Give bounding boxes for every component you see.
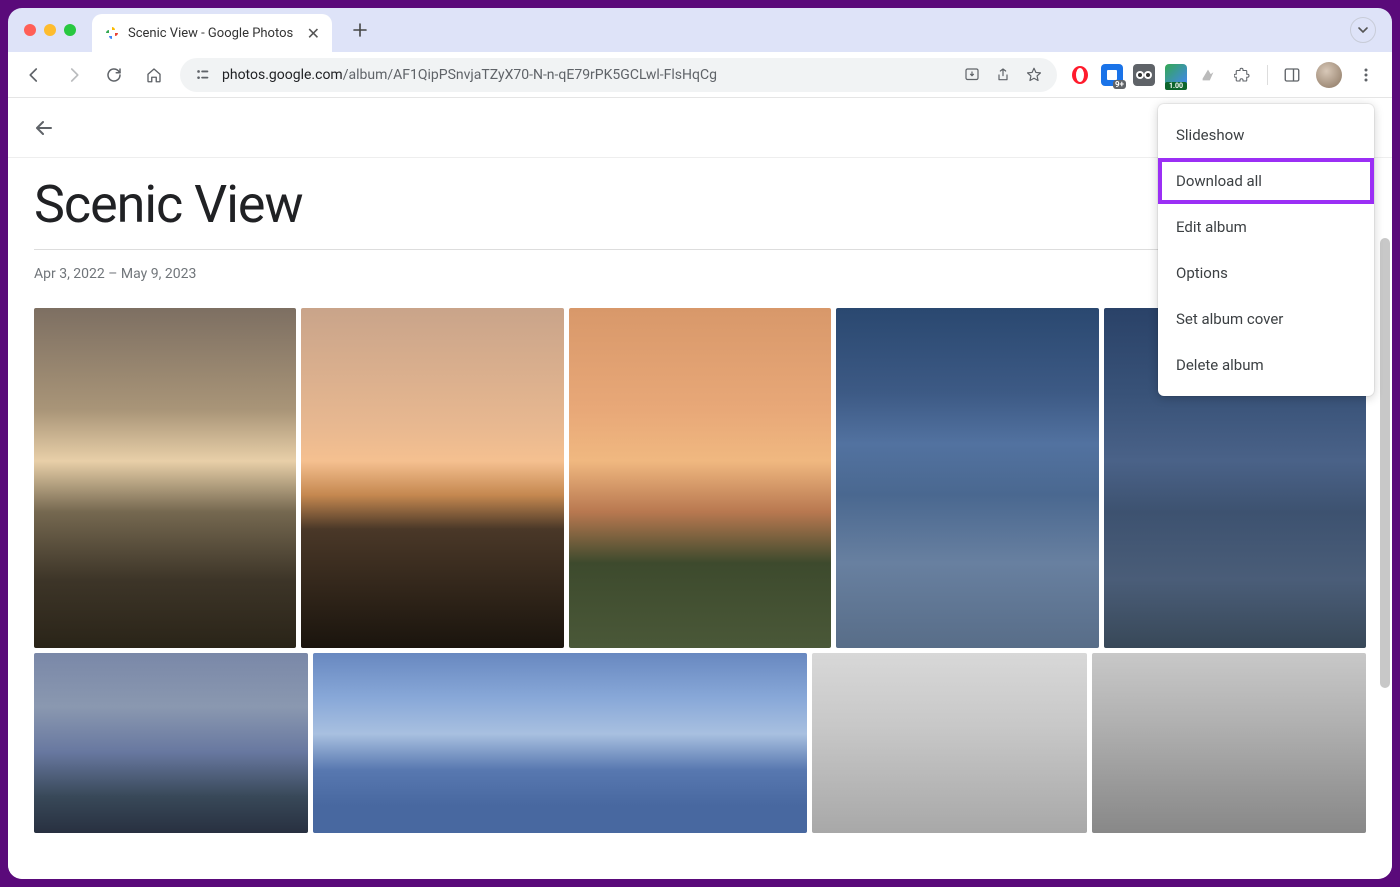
extensions-area: 9+ 1.00 bbox=[1069, 61, 1380, 89]
google-photos-favicon-icon bbox=[104, 25, 120, 41]
extension-badge: 9+ bbox=[1113, 80, 1126, 89]
album-options-menu: SlideshowDownload allEdit albumOptionsSe… bbox=[1158, 104, 1374, 396]
window-controls bbox=[24, 24, 76, 36]
tab-title: Scenic View - Google Photos bbox=[128, 26, 293, 41]
page-scrollbar[interactable] bbox=[1380, 238, 1390, 688]
url-path: /album/AF1QipPSnvjaTZyX70-N-n-qE79rPK5GC… bbox=[343, 67, 717, 83]
close-tab-icon[interactable]: ✕ bbox=[307, 24, 320, 43]
extension-opera-icon[interactable] bbox=[1069, 64, 1091, 86]
close-window-button[interactable] bbox=[24, 24, 36, 36]
bookmark-star-icon[interactable] bbox=[1025, 66, 1043, 84]
extension-badge-green: 1.00 bbox=[1165, 82, 1187, 90]
tab-overflow-button[interactable] bbox=[1350, 17, 1376, 43]
reload-button[interactable] bbox=[100, 61, 128, 89]
browser-tab[interactable]: Scenic View - Google Photos ✕ bbox=[92, 14, 332, 52]
photo-thumbnail[interactable] bbox=[301, 308, 563, 648]
menu-item-slideshow[interactable]: Slideshow bbox=[1158, 112, 1374, 158]
menu-item-edit-album[interactable]: Edit album bbox=[1158, 204, 1374, 250]
extension-devtools-icon[interactable]: 9+ bbox=[1101, 64, 1123, 86]
browser-window: Scenic View - Google Photos ✕ bbox=[8, 8, 1392, 879]
menu-item-set-album-cover[interactable]: Set album cover bbox=[1158, 296, 1374, 342]
photo-thumbnail[interactable] bbox=[313, 653, 807, 833]
home-button[interactable] bbox=[140, 61, 168, 89]
extension-eyes-icon[interactable] bbox=[1133, 64, 1155, 86]
photo-row bbox=[34, 653, 1366, 833]
address-bar[interactable]: photos.google.com/album/AF1QipPSnvjaTZyX… bbox=[180, 58, 1057, 92]
browser-toolbar: photos.google.com/album/AF1QipPSnvjaTZyX… bbox=[8, 52, 1392, 98]
extensions-puzzle-icon[interactable] bbox=[1229, 61, 1257, 89]
menu-item-options[interactable]: Options bbox=[1158, 250, 1374, 296]
photo-thumbnail[interactable] bbox=[836, 308, 1098, 648]
chrome-menu-icon[interactable] bbox=[1352, 61, 1380, 89]
url-text: photos.google.com/album/AF1QipPSnvjaTZyX… bbox=[222, 67, 717, 83]
page-content: Scenic View Apr 3, 2022 – May 9, 2023 bbox=[8, 98, 1392, 879]
urlbar-actions bbox=[963, 66, 1043, 84]
photo-thumbnail[interactable] bbox=[812, 653, 1086, 833]
tab-strip: Scenic View - Google Photos ✕ bbox=[92, 8, 1376, 52]
install-app-icon[interactable] bbox=[963, 66, 981, 84]
forward-button[interactable] bbox=[60, 61, 88, 89]
new-tab-button[interactable] bbox=[346, 16, 374, 44]
share-icon[interactable] bbox=[995, 66, 1011, 84]
extension-clear-icon[interactable] bbox=[1197, 64, 1219, 86]
menu-item-delete-album[interactable]: Delete album bbox=[1158, 342, 1374, 388]
profile-avatar[interactable] bbox=[1316, 62, 1342, 88]
photo-thumbnail[interactable] bbox=[34, 653, 308, 833]
minimize-window-button[interactable] bbox=[44, 24, 56, 36]
photo-thumbnail[interactable] bbox=[569, 308, 831, 648]
back-button[interactable] bbox=[20, 61, 48, 89]
side-panel-icon[interactable] bbox=[1278, 61, 1306, 89]
url-host: photos.google.com bbox=[222, 67, 343, 83]
toolbar-divider bbox=[1267, 65, 1268, 85]
titlebar: Scenic View - Google Photos ✕ bbox=[8, 8, 1392, 52]
menu-item-download-all[interactable]: Download all bbox=[1158, 158, 1374, 204]
photo-thumbnail[interactable] bbox=[34, 308, 296, 648]
photos-back-button[interactable] bbox=[32, 116, 56, 140]
maximize-window-button[interactable] bbox=[64, 24, 76, 36]
photo-thumbnail[interactable] bbox=[1092, 653, 1366, 833]
extension-green-icon[interactable]: 1.00 bbox=[1165, 64, 1187, 86]
site-info-icon[interactable] bbox=[194, 67, 212, 83]
